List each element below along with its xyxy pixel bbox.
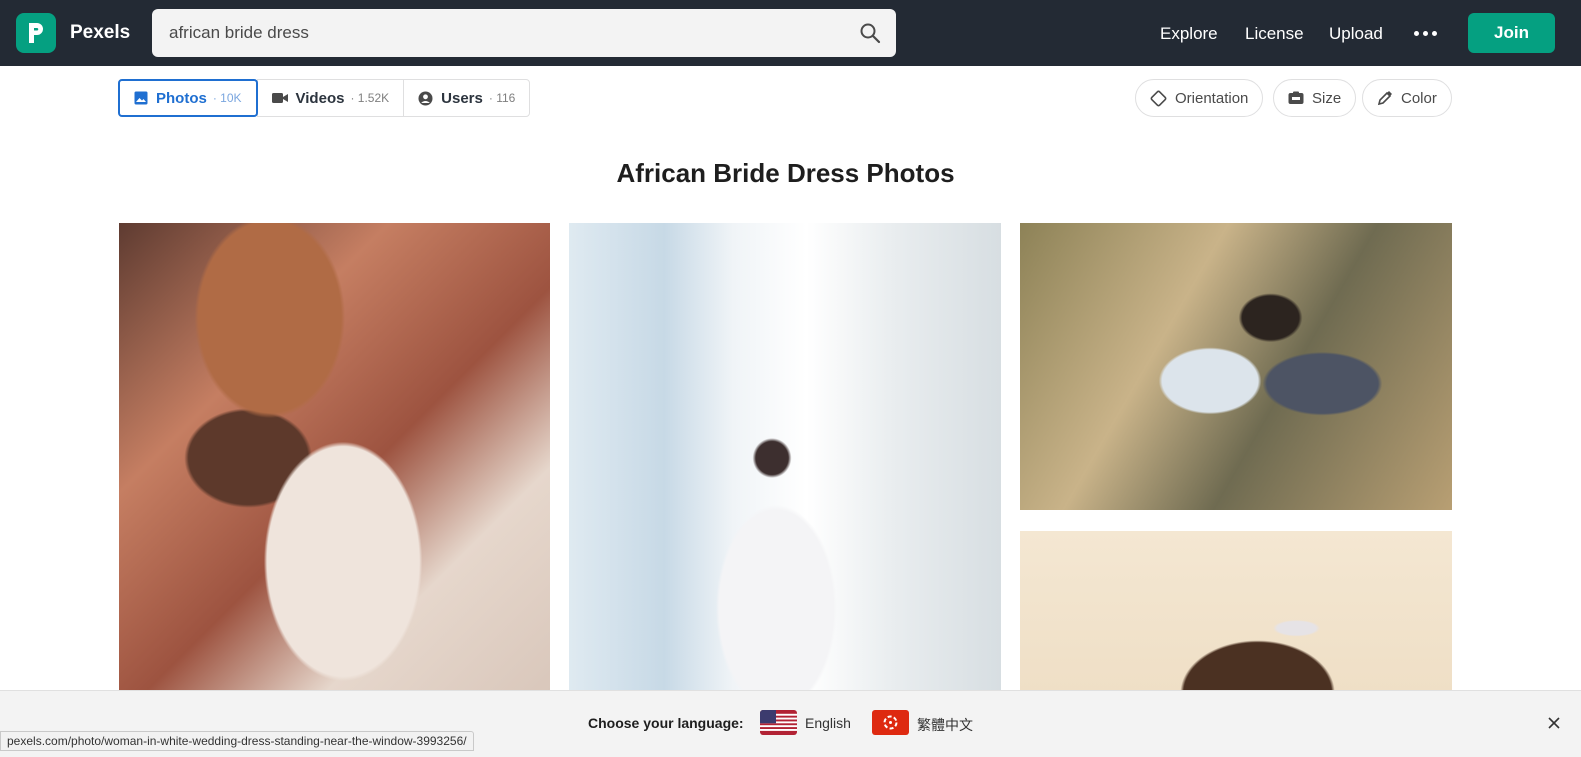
nav-license[interactable]: License xyxy=(1245,24,1304,44)
search-bar xyxy=(152,9,896,57)
tab-photos-label: Photos xyxy=(156,89,207,107)
brand-name[interactable]: Pexels xyxy=(70,22,130,44)
image-icon xyxy=(134,91,148,105)
eyedropper-icon xyxy=(1377,91,1392,106)
pexels-logo[interactable] xyxy=(16,13,56,53)
search-input[interactable] xyxy=(152,9,842,57)
nav-explore[interactable]: Explore xyxy=(1160,24,1218,44)
close-icon[interactable] xyxy=(1546,715,1562,731)
video-camera-icon xyxy=(271,93,288,103)
tab-photos[interactable]: Photos · 10K xyxy=(118,79,258,117)
search-icon xyxy=(860,23,881,44)
photo-couple-embrace[interactable] xyxy=(1020,223,1452,510)
media-type-tabs: Photos · 10K Videos · 1.52K Users · 116 xyxy=(118,79,531,117)
photo-bride-with-hat[interactable] xyxy=(119,223,550,693)
pexels-logo-icon xyxy=(29,23,43,43)
more-menu-icon[interactable] xyxy=(1414,26,1438,40)
tab-users-label: Users xyxy=(441,89,483,107)
page-title: African Bride Dress Photos xyxy=(616,158,955,188)
color-filter-button[interactable]: Color xyxy=(1362,79,1452,117)
size-filter-button[interactable]: Size xyxy=(1273,79,1357,117)
search-button[interactable] xyxy=(858,21,882,45)
join-button[interactable]: Join xyxy=(1468,13,1555,53)
nav-upload[interactable]: Upload xyxy=(1329,24,1383,44)
color-filter-label: Color xyxy=(1401,89,1437,107)
photo-bride-by-window[interactable] xyxy=(569,223,1001,693)
hk-flag-icon[interactable] xyxy=(872,710,909,735)
photo-bride-with-tiara[interactable] xyxy=(1020,531,1452,693)
tab-photos-count: · 10K xyxy=(212,91,242,105)
orientation-filter-label: Orientation xyxy=(1175,89,1249,107)
tab-videos[interactable]: Videos · 1.52K xyxy=(256,79,405,117)
tab-videos-count: · 1.52K xyxy=(350,91,390,105)
size-filter-label: Size xyxy=(1312,89,1342,107)
tab-users[interactable]: Users · 116 xyxy=(403,79,531,117)
orientation-filter-button[interactable]: Orientation xyxy=(1135,79,1264,117)
top-nav-bar: Pexels Explore License Upload Join xyxy=(0,0,1581,66)
tab-videos-label: Videos xyxy=(295,89,345,107)
size-icon xyxy=(1288,91,1304,104)
orientation-icon xyxy=(1150,90,1167,106)
language-prompt: Choose your language: xyxy=(588,715,744,731)
status-bar-url: pexels.com/photo/woman-in-white-wedding-… xyxy=(0,731,474,751)
language-option-english[interactable]: English xyxy=(805,715,851,731)
user-circle-icon xyxy=(418,91,433,105)
language-option-traditional-chinese[interactable]: 繁體中文 xyxy=(917,715,973,735)
us-flag-icon[interactable] xyxy=(760,710,797,735)
tab-users-count: · 116 xyxy=(488,91,516,105)
